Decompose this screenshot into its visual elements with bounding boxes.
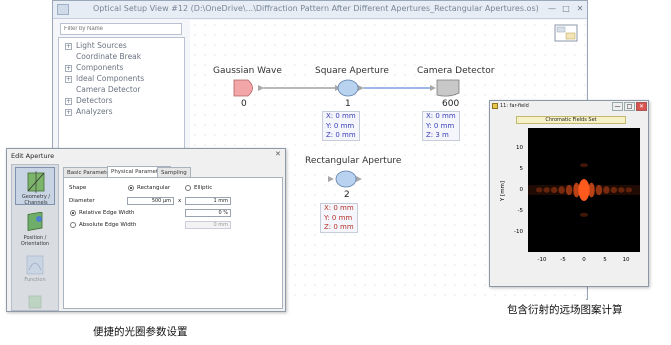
fringe-peak bbox=[595, 184, 603, 196]
x-tick-label: -10 bbox=[538, 257, 547, 263]
tab-sampling[interactable]: Sampling bbox=[157, 167, 191, 177]
pos-x: X: 0 mm bbox=[426, 112, 456, 120]
sidebar-label: Geometry / Channels bbox=[21, 194, 51, 206]
geometry-icon bbox=[27, 171, 45, 193]
fringe-peak bbox=[618, 187, 625, 193]
diameter-x-field[interactable]: 500 µm bbox=[127, 197, 174, 205]
rectangular-aperture-icon[interactable] bbox=[335, 170, 357, 188]
sidebar-label: Position / Orientation bbox=[20, 235, 50, 247]
x-tick-label: 10 bbox=[623, 257, 630, 263]
sidebar-position-button[interactable]: Position / Orientation bbox=[15, 209, 55, 247]
output-port-icon[interactable] bbox=[358, 85, 364, 91]
gaussian-source-icon[interactable] bbox=[233, 79, 253, 97]
sidebar-geometry-button[interactable]: Geometry / Channels bbox=[15, 167, 55, 206]
absolute-edge-radio[interactable] bbox=[70, 222, 76, 228]
edit-aperture-dialog: Edit Aperture ✕ Geometry / Channels Posi… bbox=[6, 148, 286, 312]
caption-right: 包含衍射的远场图案计算 bbox=[507, 304, 623, 316]
square-aperture-icon[interactable] bbox=[337, 79, 359, 97]
fringe-peak bbox=[536, 187, 543, 193]
relative-edge-label: Relative Edge Width bbox=[79, 210, 135, 216]
diameter-y-field[interactable]: 1 mm bbox=[185, 197, 231, 205]
camera-detector-index: 600 bbox=[442, 99, 460, 109]
x-tick-label: -5 bbox=[560, 257, 566, 263]
far-field-plot[interactable]: 10 5 0 -5 -10 Y [mm] -10 -5 0 5 10 bbox=[490, 101, 650, 288]
function-icon bbox=[26, 255, 44, 275]
shape-label: Shape bbox=[69, 185, 87, 191]
input-port-icon[interactable] bbox=[430, 85, 436, 91]
position-icon bbox=[27, 212, 43, 231]
pos-x: X: 0 mm bbox=[324, 204, 354, 212]
sidebar-more-button[interactable] bbox=[15, 293, 55, 311]
y-tick-label: 5 bbox=[520, 166, 524, 172]
x-tick-label: 5 bbox=[603, 257, 607, 263]
relative-edge-radio[interactable] bbox=[70, 210, 76, 216]
fringe-peak bbox=[625, 187, 632, 193]
output-port-icon[interactable] bbox=[258, 85, 264, 91]
gaussian-index: 0 bbox=[241, 99, 247, 109]
dialog-sidebar: Geometry / Channels Position / Orientati… bbox=[11, 164, 59, 311]
x-tick-label: 0 bbox=[582, 257, 586, 263]
shape-rectangular-label: Rectangular bbox=[137, 185, 171, 191]
fringe-peak bbox=[543, 187, 550, 193]
fringe-peak bbox=[610, 186, 618, 194]
pos-z: Z: 0 mm bbox=[326, 131, 356, 139]
pos-z: Z: 0 mm bbox=[324, 223, 354, 231]
pos-z: Z: 3 m bbox=[426, 131, 449, 139]
sidebar-label: Function bbox=[24, 277, 46, 283]
y-tick-label: 0 bbox=[520, 187, 524, 193]
rectangular-aperture-index: 2 bbox=[344, 190, 350, 200]
square-aperture-label: Square Aperture bbox=[315, 66, 389, 76]
output-port-icon[interactable] bbox=[356, 176, 362, 182]
y-tick-label: -10 bbox=[514, 229, 523, 235]
fringe-peak bbox=[550, 186, 558, 194]
fringe-peak bbox=[580, 163, 588, 168]
dialog-close-icon[interactable]: ✕ bbox=[275, 150, 281, 158]
relative-edge-field[interactable]: 0 % bbox=[185, 209, 231, 217]
gaussian-label: Gaussian Wave bbox=[213, 66, 282, 76]
dialog-title: Edit Aperture bbox=[11, 152, 55, 160]
sidebar-function-button[interactable]: Function bbox=[15, 251, 55, 289]
pos-y: Y: 0 mm bbox=[324, 213, 353, 222]
caption-left: 便捷的光圈参数设置 bbox=[93, 326, 188, 338]
fringe-peak bbox=[558, 186, 565, 194]
absolute-edge-label: Absolute Edge Width bbox=[79, 222, 137, 228]
physical-parameters-panel: Shape Rectangular Elliptic Diameter 500 … bbox=[63, 177, 283, 309]
diameter-separator: x bbox=[178, 198, 182, 204]
rectangular-aperture-label: Rectangular Aperture bbox=[305, 156, 402, 166]
fringe-peak bbox=[603, 186, 610, 194]
camera-detector-icon[interactable] bbox=[436, 79, 460, 97]
y-tick-label: 10 bbox=[516, 145, 523, 151]
pos-y: Y: 0 mm bbox=[426, 121, 455, 130]
absolute-edge-field[interactable]: 0 mm bbox=[185, 221, 231, 229]
far-field-window: 11: far-field — □ ✕ Chromatic Fields Set… bbox=[489, 100, 649, 287]
overview-icon[interactable] bbox=[554, 24, 578, 42]
shape-rectangular-radio[interactable] bbox=[128, 185, 134, 191]
square-aperture-index: 1 bbox=[345, 99, 351, 109]
camera-position-box[interactable]: X: 0 mm Y: 0 mm Z: 3 m bbox=[422, 111, 460, 141]
pos-x: X: 0 mm bbox=[326, 112, 356, 120]
diameter-label: Diameter bbox=[69, 198, 95, 204]
y-tick-label: -5 bbox=[518, 208, 524, 214]
more-icon bbox=[28, 295, 42, 309]
input-port-icon[interactable] bbox=[328, 176, 334, 182]
pos-y: Y: 0 mm bbox=[326, 121, 355, 130]
rect-position-box[interactable]: X: 0 mm Y: 0 mm Z: 0 mm bbox=[320, 203, 358, 233]
camera-detector-label: Camera Detector bbox=[417, 66, 495, 76]
y-axis-label: Y [mm] bbox=[500, 181, 506, 202]
fringe-peak bbox=[578, 179, 590, 201]
square-position-box[interactable]: X: 0 mm Y: 0 mm Z: 0 mm bbox=[322, 111, 360, 141]
shape-elliptic-radio[interactable] bbox=[185, 185, 191, 191]
fringe-peak bbox=[588, 182, 595, 198]
fringe-peak bbox=[580, 212, 588, 217]
fringe-peak bbox=[565, 184, 573, 196]
shape-elliptic-label: Elliptic bbox=[194, 185, 213, 191]
